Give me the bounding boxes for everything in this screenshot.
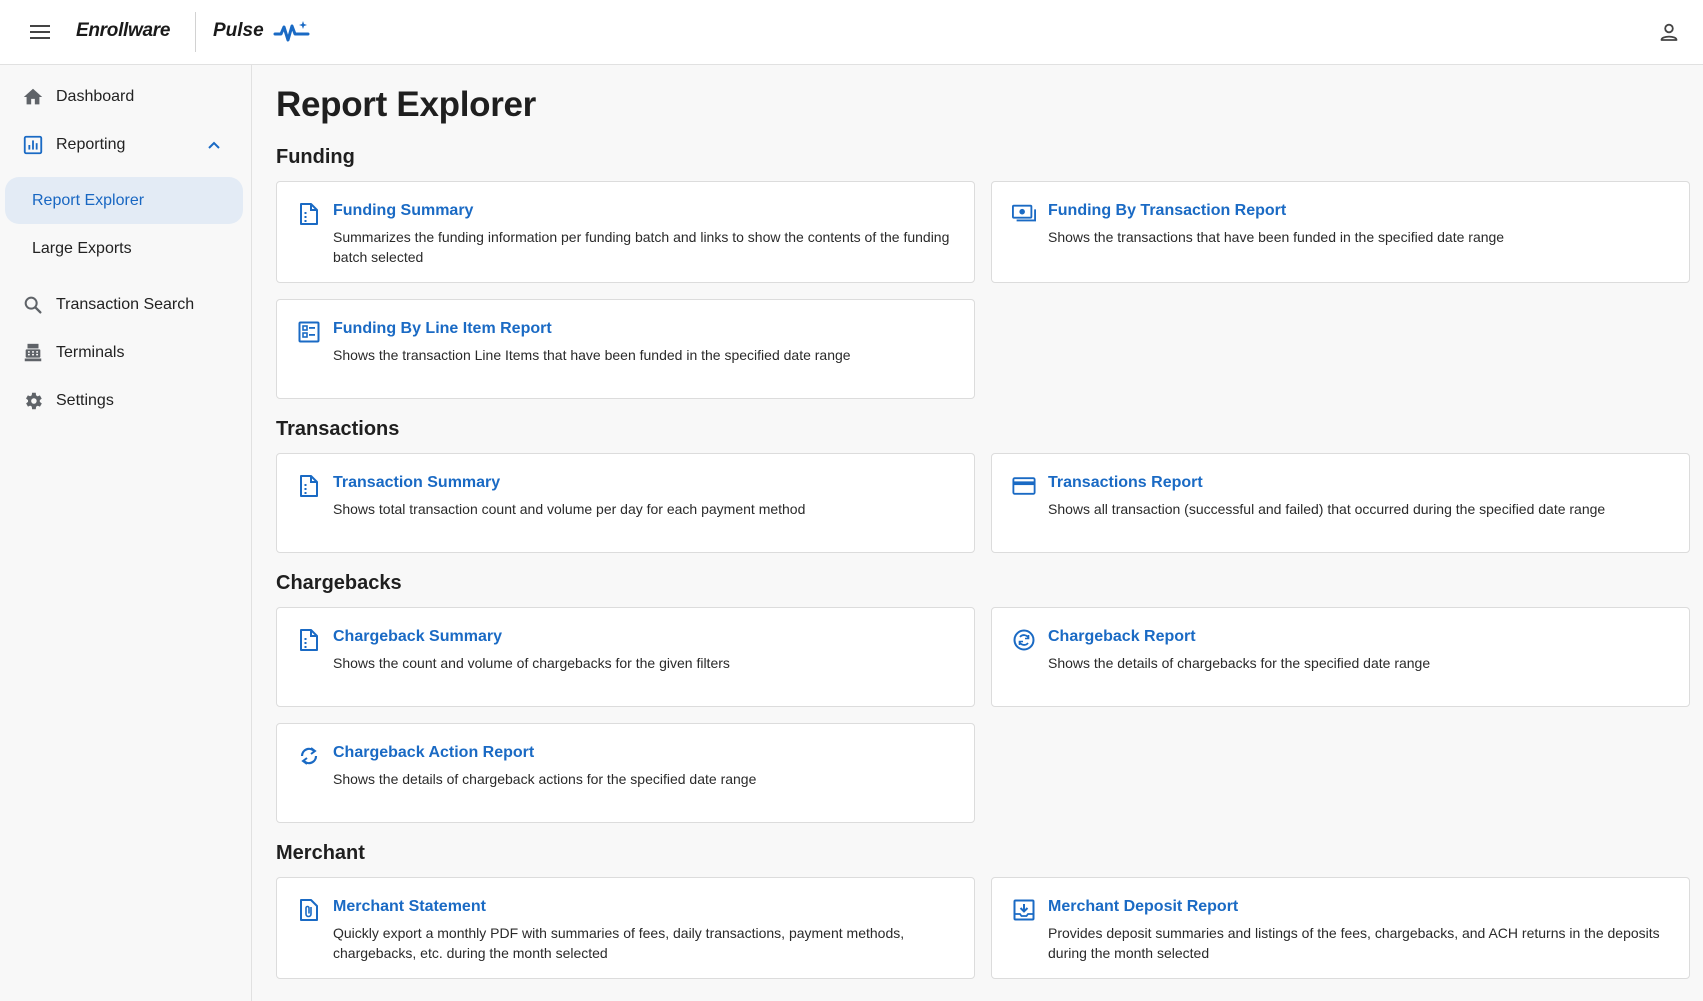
credit-card-icon	[1012, 474, 1036, 498]
sidebar-subitem-large-exports[interactable]: Large Exports	[5, 225, 243, 272]
report-card-title[interactable]: Merchant Deposit Report	[1048, 898, 1238, 916]
report-card-title[interactable]: Chargeback Summary	[333, 628, 502, 646]
pulse-wave-icon	[273, 18, 310, 44]
sidebar-item-label: Settings	[56, 392, 114, 409]
report-card-title[interactable]: Funding Summary	[333, 202, 473, 220]
section-title-merchant: Merchant	[276, 842, 365, 864]
summary-document-icon	[297, 474, 321, 498]
summary-document-icon	[297, 628, 321, 652]
report-card-description: Summarizes the funding information per f…	[333, 229, 950, 265]
report-card-transaction-summary[interactable]: Transaction Summary Shows total transact…	[276, 453, 975, 553]
sidebar-item-label: Terminals	[56, 344, 125, 361]
home-icon	[22, 86, 44, 108]
bar-chart-icon	[22, 134, 44, 156]
sidebar-subitem-label: Large Exports	[32, 239, 132, 257]
report-card-chargeback-report[interactable]: Chargeback Report Shows the details of c…	[991, 607, 1690, 707]
main-content: Report Explorer Funding Funding Summary …	[252, 65, 1703, 1001]
top-bar: Enrollware Pulse	[0, 0, 1703, 65]
report-card-funding-summary[interactable]: Funding Summary Summarizes the funding i…	[276, 181, 975, 283]
section-title-transactions: Transactions	[276, 418, 400, 440]
report-card-title[interactable]: Merchant Statement	[333, 898, 486, 916]
report-card-funding-by-transaction[interactable]: Funding By Transaction Report Shows the …	[991, 181, 1690, 283]
money-icon	[1012, 202, 1036, 226]
sidebar: Dashboard Reporting Report Explorer Larg…	[0, 65, 252, 1001]
sidebar-item-label: Transaction Search	[56, 296, 195, 313]
report-card-description: Shows the count and volume of chargeback…	[333, 655, 730, 671]
report-card-description: Shows the details of chargebacks for the…	[1048, 655, 1431, 671]
report-card-title[interactable]: Funding By Transaction Report	[1048, 202, 1286, 220]
hamburger-menu-icon[interactable]	[26, 20, 54, 44]
sync-icon	[297, 744, 321, 768]
search-icon	[22, 294, 44, 316]
report-card-funding-by-line-item[interactable]: Funding By Line Item Report Shows the tr…	[276, 299, 975, 399]
sidebar-item-reporting[interactable]: Reporting	[0, 125, 252, 165]
sidebar-subitem-report-explorer[interactable]: Report Explorer	[5, 177, 243, 224]
report-card-description: Quickly export a monthly PDF with summar…	[333, 925, 905, 961]
brand-logo[interactable]: Enrollware	[76, 20, 170, 42]
report-card-title[interactable]: Transaction Summary	[333, 474, 500, 492]
report-card-merchant-deposit[interactable]: Merchant Deposit Report Provides deposit…	[991, 877, 1690, 979]
report-card-title[interactable]: Chargeback Report	[1048, 628, 1196, 646]
report-card-description: Shows total transaction count and volume…	[333, 501, 806, 517]
report-card-merchant-statement[interactable]: Merchant Statement Quickly export a mont…	[276, 877, 975, 979]
sidebar-item-dashboard[interactable]: Dashboard	[0, 77, 252, 117]
report-card-chargeback-action[interactable]: Chargeback Action Report Shows the detai…	[276, 723, 975, 823]
paperclip-document-icon	[297, 898, 321, 922]
report-card-title[interactable]: Chargeback Action Report	[333, 744, 534, 762]
sidebar-item-label: Dashboard	[56, 88, 135, 105]
report-card-description: Shows all transaction (successful and fa…	[1048, 501, 1606, 517]
sidebar-item-settings[interactable]: Settings	[0, 381, 252, 421]
brand-divider	[195, 12, 196, 52]
sidebar-subitem-label: Report Explorer	[32, 191, 145, 209]
report-card-chargeback-summary[interactable]: Chargeback Summary Shows the count and v…	[276, 607, 975, 707]
download-box-icon	[1012, 898, 1036, 922]
report-card-transactions-report[interactable]: Transactions Report Shows all transactio…	[991, 453, 1690, 553]
report-card-description: Provides deposit summaries and listings …	[1048, 925, 1660, 961]
report-card-title[interactable]: Funding By Line Item Report	[333, 320, 552, 338]
chevron-up-icon[interactable]	[205, 136, 223, 154]
report-card-description: Shows the details of chargeback actions …	[333, 771, 757, 787]
sidebar-item-terminals[interactable]: Terminals	[0, 333, 252, 373]
report-card-description: Shows the transactions that have been fu…	[1048, 229, 1505, 245]
report-card-title[interactable]: Transactions Report	[1048, 474, 1203, 492]
sidebar-item-transaction-search[interactable]: Transaction Search	[0, 285, 252, 325]
section-title-funding: Funding	[276, 146, 355, 168]
summary-document-icon	[297, 202, 321, 226]
gear-icon	[22, 390, 44, 412]
line-items-icon	[297, 320, 321, 344]
currency-exchange-icon	[1012, 628, 1036, 652]
page-title: Report Explorer	[276, 85, 536, 124]
section-title-chargebacks: Chargebacks	[276, 572, 402, 594]
report-card-description: Shows the transaction Line Items that ha…	[333, 347, 851, 363]
terminal-icon	[22, 342, 44, 364]
product-name: Pulse	[213, 20, 264, 41]
sidebar-item-label: Reporting	[56, 136, 126, 153]
user-account-icon[interactable]	[1656, 19, 1682, 45]
